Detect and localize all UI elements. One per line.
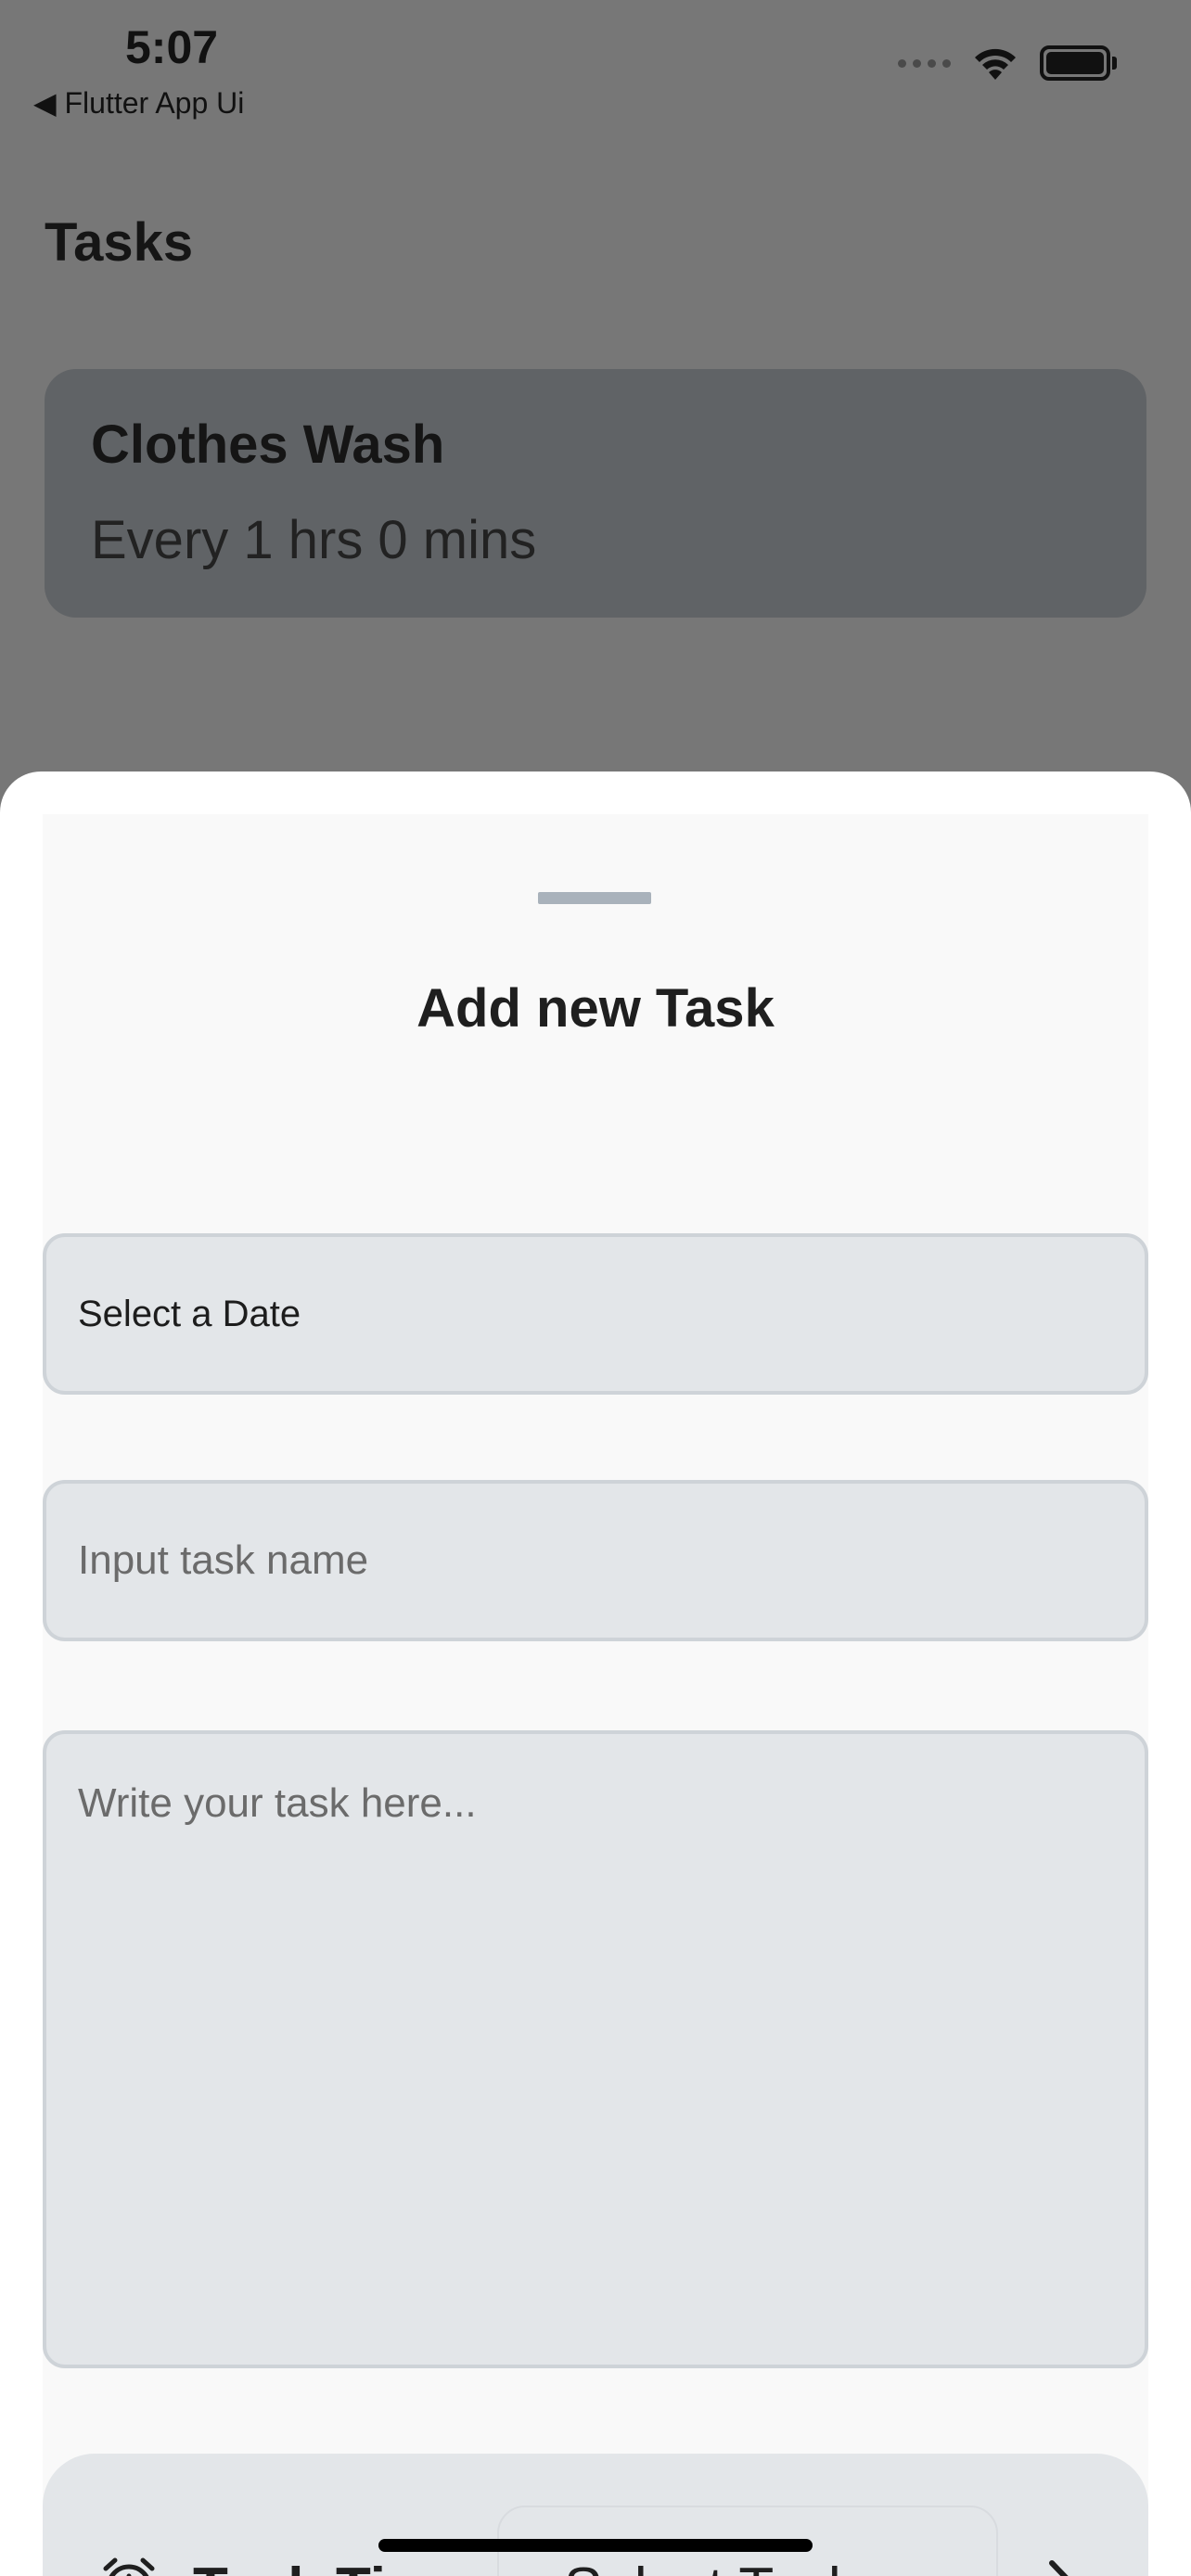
- back-to-app-link[interactable]: ◀ Flutter App Ui: [33, 85, 244, 121]
- status-time: 5:07: [125, 21, 219, 73]
- status-icons: [898, 45, 1117, 82]
- sheet-title: Add new Task: [416, 978, 775, 1039]
- sheet-drag-handle[interactable]: [538, 892, 651, 904]
- task-card[interactable]: Clothes Wash Every 1 hrs 0 mins: [45, 369, 1146, 618]
- task-time-select-text[interactable]: Select Task ...: [564, 2556, 921, 2576]
- wifi-icon: [975, 48, 1016, 80]
- chevron-right-icon[interactable]: [1041, 2557, 1085, 2576]
- task-time-panel: Task Time Select Task ...: [43, 2454, 1148, 2576]
- home-indicator[interactable]: [378, 2539, 813, 2552]
- task-name-input[interactable]: [43, 1480, 1148, 1641]
- task-name: Clothes Wash: [91, 414, 445, 475]
- task-interval: Every 1 hrs 0 mins: [91, 510, 537, 570]
- signal-dots-icon: [898, 58, 951, 68]
- task-time-label: Task Time: [193, 2556, 469, 2576]
- status-bar: 5:07 ◀ Flutter App Ui: [0, 0, 1191, 130]
- sheet-content: Add new Task Select a Date Task Time Sel…: [43, 814, 1148, 2576]
- date-picker-field[interactable]: Select a Date: [43, 1233, 1148, 1395]
- page-title: Tasks: [45, 212, 194, 273]
- alarm-clock-icon: [103, 2557, 155, 2576]
- battery-icon: [1040, 45, 1117, 81]
- task-description-input[interactable]: [43, 1730, 1148, 2368]
- add-task-sheet: Add new Task Select a Date Task Time Sel…: [0, 772, 1191, 2576]
